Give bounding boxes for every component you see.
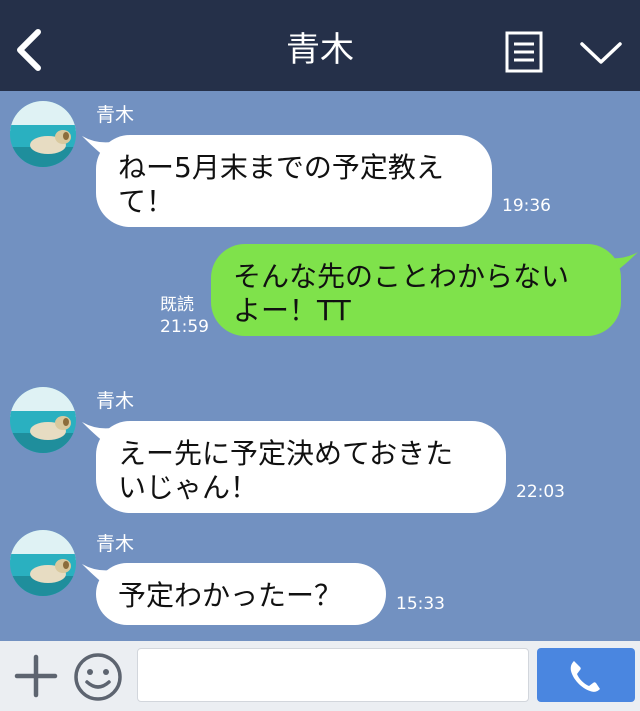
avatar[interactable] — [10, 101, 76, 167]
read-status: 既読 — [160, 295, 194, 315]
sender-name: 青木 — [96, 533, 135, 555]
chevron-left-icon — [17, 29, 41, 71]
message-input[interactable] — [137, 648, 529, 702]
sender-name: 青木 — [96, 104, 135, 126]
message-bubble-incoming[interactable]: えー先に予定決めておきた いじゃん！ — [96, 421, 506, 513]
emoji-button[interactable] — [72, 651, 124, 703]
chat-header: 青木 — [0, 0, 640, 91]
chat-title: 青木 — [286, 30, 354, 70]
dog-avatar-icon — [10, 101, 76, 167]
plus-icon — [14, 654, 58, 698]
message-time: 19:36 — [502, 196, 551, 216]
phone-icon — [570, 661, 600, 692]
sender-name: 青木 — [96, 390, 135, 412]
message-input-bar — [0, 641, 640, 711]
chevron-down-icon — [580, 42, 622, 64]
smiley-icon — [74, 653, 122, 701]
message-bubble-outgoing[interactable]: そんな先のことわからない よー！TT — [211, 244, 621, 336]
collapse-button[interactable] — [578, 36, 624, 70]
dog-avatar-icon — [10, 387, 76, 453]
avatar[interactable] — [10, 530, 76, 596]
menu-list-icon — [505, 31, 543, 73]
back-button[interactable] — [14, 28, 44, 72]
dog-avatar-icon — [10, 530, 76, 596]
call-button[interactable] — [537, 648, 635, 702]
message-list[interactable]: 青木 ねー5月末までの予定教え て！ 19:36 そんな先のことわからない よー… — [0, 91, 640, 641]
message-time: 22:03 — [516, 482, 565, 502]
message-bubble-incoming[interactable]: 予定わかったー？ — [96, 563, 386, 625]
message-time: 15:33 — [396, 594, 445, 614]
message-time: 21:59 — [160, 317, 209, 337]
add-attachment-button[interactable] — [12, 651, 60, 701]
menu-button[interactable] — [505, 31, 543, 73]
message-bubble-incoming[interactable]: ねー5月末までの予定教え て！ — [96, 135, 492, 227]
avatar[interactable] — [10, 387, 76, 453]
